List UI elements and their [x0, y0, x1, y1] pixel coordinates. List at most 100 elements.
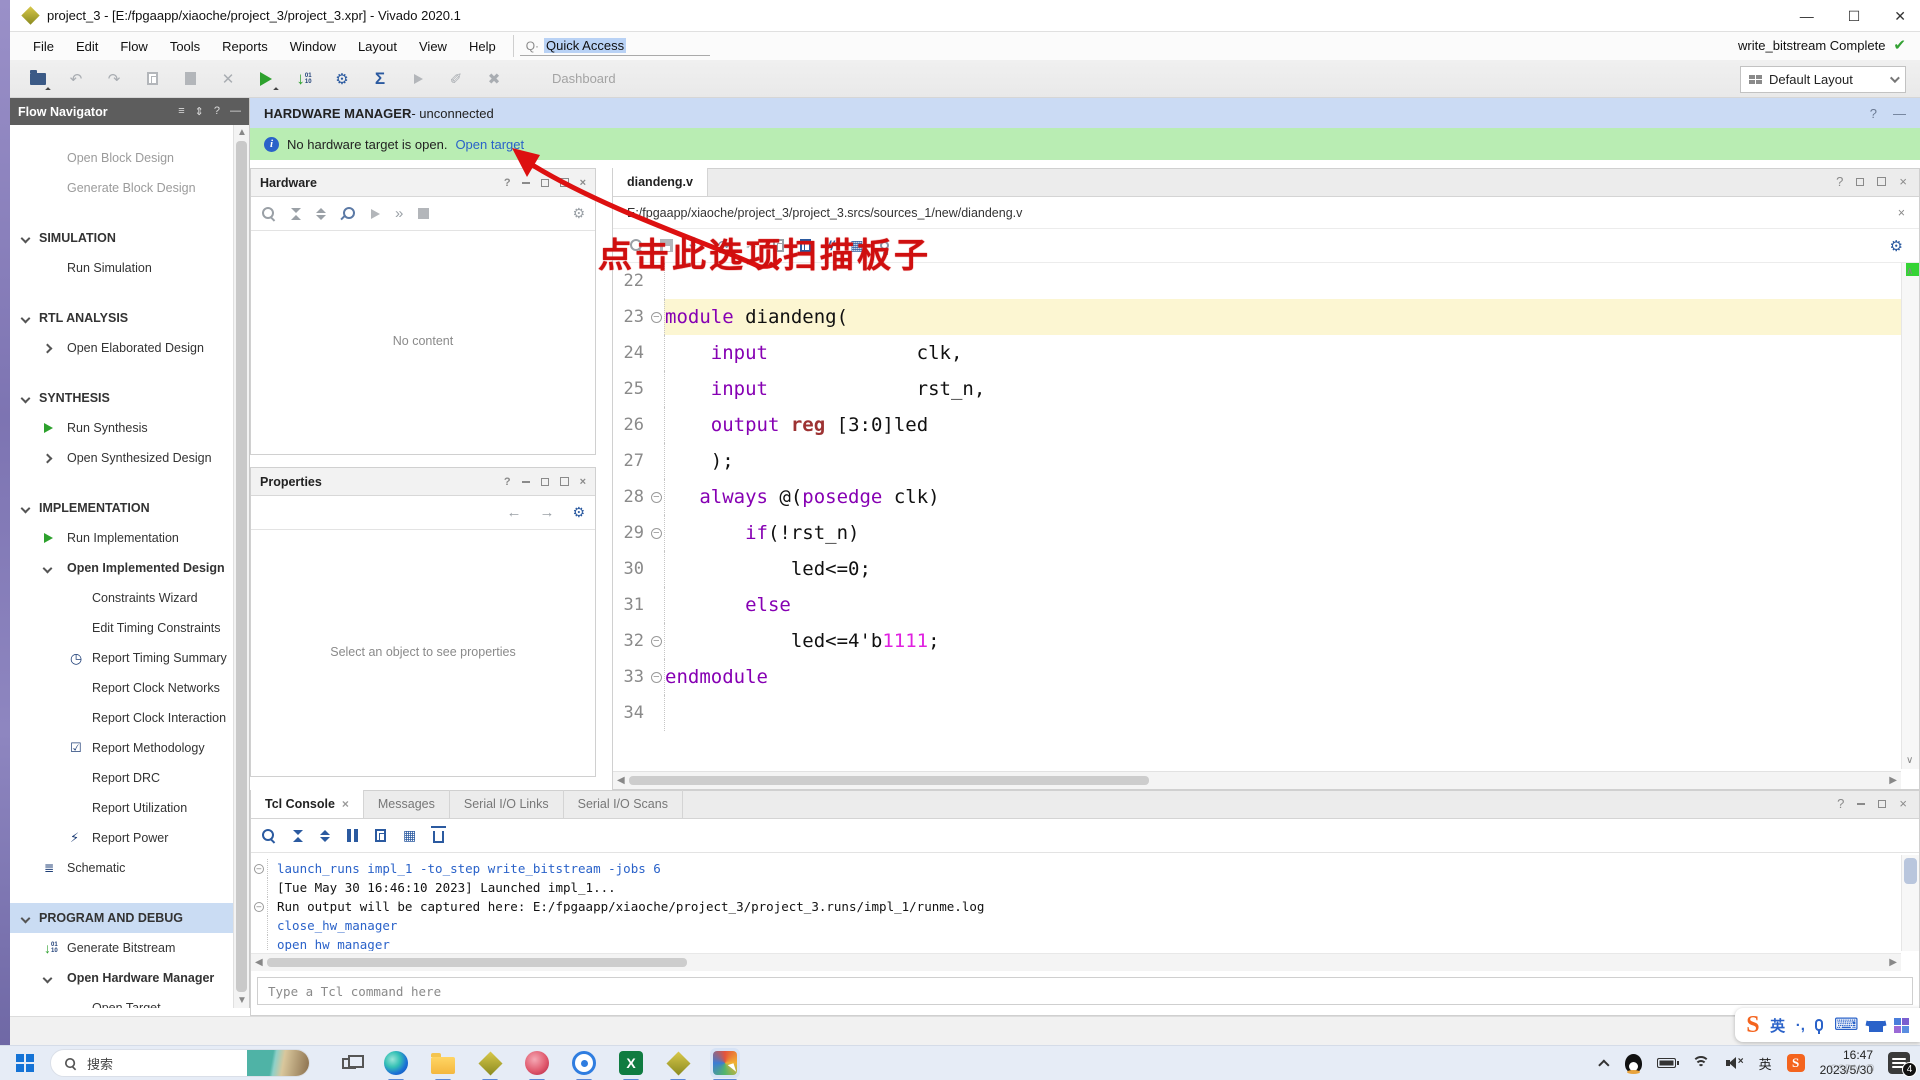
flow-item-generate-bitstream[interactable]: ↓0110Generate Bitstream — [10, 933, 233, 963]
volume-muted-icon[interactable]: × — [1726, 1057, 1744, 1069]
flow-item-open-block-design[interactable]: Open Block Design — [10, 143, 233, 173]
vivado-project-app-icon[interactable] — [665, 1050, 691, 1076]
flow-item-report-drc[interactable]: Report DRC — [10, 763, 233, 793]
help-icon[interactable]: ? — [504, 476, 511, 488]
menu-layout[interactable]: Layout — [347, 35, 408, 58]
float-panel-icon[interactable] — [560, 178, 569, 187]
properties-panel-header[interactable]: Properties ? × — [251, 468, 595, 496]
maximize-panel-icon[interactable] — [1878, 800, 1886, 808]
menu-tools[interactable]: Tools — [159, 35, 211, 58]
collapse-all-icon[interactable] — [291, 208, 301, 220]
menu-file[interactable]: File — [22, 35, 65, 58]
flow-item-open-synthesized-design[interactable]: Open Synthesized Design — [10, 443, 233, 473]
start-button[interactable] — [16, 1054, 34, 1072]
redo-icon[interactable]: ↷ — [104, 69, 124, 89]
image-viewer-app-icon[interactable] — [712, 1050, 738, 1076]
taskbar-clock[interactable]: 16:47 2023/5/30 CSDN @ — [1820, 1048, 1873, 1078]
minimize-panel-icon[interactable] — [1857, 803, 1865, 805]
maximize-panel-icon[interactable] — [1856, 178, 1864, 186]
help-icon[interactable]: ? — [1870, 106, 1877, 121]
expand-all-icon[interactable] — [320, 830, 330, 842]
help-icon[interactable]: ? — [504, 177, 511, 189]
close-panel-icon[interactable]: × — [580, 177, 586, 189]
excel-app-icon[interactable]: X — [618, 1050, 644, 1076]
expand-all-icon[interactable] — [316, 208, 326, 220]
minimize-panel-icon[interactable] — [522, 182, 530, 184]
collapse-all-icon[interactable] — [293, 830, 303, 842]
settings-gear-icon[interactable]: ⚙ — [572, 205, 585, 222]
forward-icon[interactable]: → — [539, 504, 554, 521]
editor-horizontal-scrollbar[interactable]: ◀ ▶ — [613, 771, 1901, 789]
fold-icon[interactable] — [651, 636, 662, 647]
hidden-icons-chevron[interactable] — [1598, 1059, 1609, 1070]
sogou-tray-icon[interactable]: S — [1787, 1054, 1805, 1072]
close-button[interactable]: ✕ — [1894, 8, 1906, 25]
maximize-panel-icon[interactable] — [541, 179, 549, 187]
run-icon[interactable] — [256, 69, 276, 89]
expand-collapse-icon[interactable]: ⇕ — [195, 105, 204, 118]
undo-icon[interactable]: ↶ — [66, 69, 86, 89]
menu-help[interactable]: Help — [458, 35, 507, 58]
settings-gear-icon[interactable]: ⚙ — [1890, 237, 1903, 255]
flow-item-schematic[interactable]: ≣Schematic — [10, 853, 233, 883]
paste-icon[interactable] — [180, 69, 200, 89]
flow-item-report-methodology[interactable]: ☑Report Methodology — [10, 733, 233, 763]
menu-edit[interactable]: Edit — [65, 35, 109, 58]
clear-console-icon[interactable] — [433, 831, 444, 843]
tab-serial-io-scans[interactable]: Serial I/O Scans — [564, 790, 683, 818]
flow-item-open-elaborated-design[interactable]: Open Elaborated Design — [10, 333, 233, 363]
qq-tray-icon[interactable] — [1625, 1054, 1642, 1073]
close-panel-icon[interactable]: × — [1899, 796, 1907, 811]
edge-app-icon[interactable] — [383, 1050, 409, 1076]
menu-view[interactable]: View — [408, 35, 458, 58]
tcl-command-input[interactable]: Type a Tcl command here — [257, 977, 1913, 1005]
minimize-button[interactable]: — — [1800, 8, 1814, 24]
flow-item-report-clock-interaction[interactable]: Report Clock Interaction — [10, 703, 233, 733]
flow-item-open-target[interactable]: Open Target — [10, 993, 233, 1008]
cancel-run-icon[interactable] — [408, 69, 428, 89]
delete-icon[interactable]: ✕ — [218, 69, 238, 89]
fold-icon[interactable] — [254, 902, 264, 912]
tab-tcl-console[interactable]: Tcl Console × — [251, 790, 364, 818]
punctuation-icon[interactable]: ·, — [1796, 1017, 1805, 1034]
maximize-panel-icon[interactable] — [541, 478, 549, 486]
float-panel-icon[interactable] — [1877, 177, 1886, 186]
settings-gear-icon[interactable]: ⚙ — [332, 69, 352, 89]
menu-flow[interactable]: Flow — [109, 35, 158, 58]
keyboard-icon[interactable]: ⌨ — [1834, 1015, 1859, 1035]
editor-vertical-scrollbar[interactable]: ∧ ∨ — [1901, 263, 1919, 769]
close-icon[interactable]: × — [1898, 206, 1905, 220]
fold-icon[interactable] — [651, 312, 662, 323]
hardware-panel-header[interactable]: Hardware ? × — [251, 169, 595, 197]
columns-icon[interactable]: ▦ — [403, 827, 416, 844]
microphone-icon[interactable] — [1815, 1019, 1823, 1031]
fold-icon[interactable] — [651, 528, 662, 539]
wifi-icon[interactable] — [1691, 1056, 1711, 1071]
flow-section-simulation[interactable]: SIMULATION — [10, 223, 233, 253]
minimize-panel-icon[interactable]: — — [1893, 106, 1906, 121]
search-highlight-image[interactable] — [247, 1050, 309, 1076]
menu-reports[interactable]: Reports — [211, 35, 279, 58]
discard-icon[interactable]: ✖ — [484, 69, 504, 89]
flow-section-rtl-analysis[interactable]: RTL ANALYSIS — [10, 303, 233, 333]
pause-icon[interactable] — [347, 829, 358, 842]
close-panel-icon[interactable]: × — [580, 476, 586, 488]
toggle-comment-icon[interactable]: // — [827, 238, 834, 253]
console-log[interactable]: launch_runs impl_1 -to_step write_bitstr… — [251, 855, 1901, 951]
report-summary-sigma-icon[interactable]: Σ — [370, 69, 390, 89]
flow-section-implementation[interactable]: IMPLEMENTATION — [10, 493, 233, 523]
light-bulb-icon[interactable] — [880, 241, 889, 250]
copy-icon[interactable] — [375, 829, 386, 842]
tab-serial-io-links[interactable]: Serial I/O Links — [450, 790, 564, 818]
collapse-all-icon[interactable]: ≡ — [178, 105, 184, 118]
search-icon[interactable] — [261, 828, 276, 843]
tab-messages[interactable]: Messages — [364, 790, 450, 818]
flow-item-report-utilization[interactable]: Report Utilization — [10, 793, 233, 823]
search-icon[interactable] — [261, 206, 276, 221]
menu-grid-icon[interactable] — [1894, 1018, 1909, 1033]
taskbar-search[interactable]: 搜索 — [50, 1049, 310, 1077]
open-target-link[interactable]: Open target — [455, 137, 524, 152]
back-icon[interactable]: ← — [506, 504, 521, 521]
paste-icon[interactable] — [800, 239, 811, 252]
help-icon[interactable]: ? — [1837, 796, 1844, 811]
